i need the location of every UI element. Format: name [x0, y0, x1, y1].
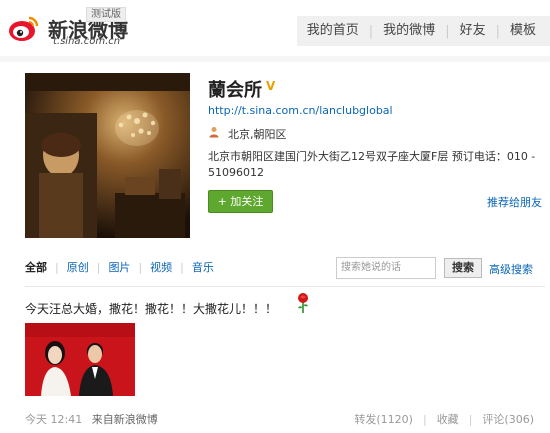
avatar-image — [25, 73, 190, 238]
tab-separator: | — [180, 260, 184, 274]
post-time[interactable]: 今天 12:41 — [25, 413, 82, 426]
header-divider — [0, 56, 550, 62]
header: 新浪微博 测试版 t.sina.com.cn 我的首页 | 我的微博 | 好友 … — [0, 0, 550, 56]
follow-button[interactable]: + 加关注 — [208, 190, 273, 213]
repost-link[interactable]: 转发(1120) — [354, 411, 413, 427]
profile-avatar[interactable] — [25, 73, 190, 238]
person-icon — [209, 127, 219, 138]
action-separator: | — [422, 412, 427, 426]
post-filter-tabs: 全部 | 原创 | 图片 | 视频 | 音乐 — [25, 259, 214, 275]
post-meta: 今天 12:41 来自新浪微博 — [25, 411, 158, 427]
profile-description: 北京市朝阳区建国门外大街乙12号双子座大厦F层 预订电话：010 - 51096… — [208, 150, 536, 179]
wedding-photo — [25, 323, 135, 396]
tab-videos[interactable]: 视频 — [150, 259, 172, 275]
recommend-to-friends-link[interactable]: 推荐给朋友 — [487, 194, 542, 210]
post-text: 今天汪总大婚，撒花！撒花！！大撒花儿！！！ — [25, 302, 278, 316]
search-input[interactable]: 搜索她说的话 — [336, 257, 436, 279]
search-button[interactable]: 搜索 — [444, 258, 482, 278]
tab-music[interactable]: 音乐 — [192, 259, 214, 275]
weibo-eye-icon — [9, 16, 39, 41]
nav-friends[interactable]: 好友 — [450, 16, 496, 46]
tab-original[interactable]: 原创 — [67, 259, 89, 275]
post-image[interactable] — [25, 323, 135, 396]
comment-link[interactable]: 评论(306) — [482, 411, 534, 427]
logo-domain: t.sina.com.cn — [53, 36, 121, 47]
verified-badge-icon: V — [266, 79, 276, 93]
nav-my-home[interactable]: 我的首页 — [297, 16, 369, 46]
tab-separator: | — [138, 260, 143, 274]
profile-url[interactable]: http://t.sina.com.cn/lanclubglobal — [208, 104, 393, 117]
advanced-search-link[interactable]: 高级搜索 — [489, 261, 533, 277]
tab-all[interactable]: 全部 — [25, 259, 47, 275]
rose-icon — [298, 293, 308, 313]
nav-my-weibo[interactable]: 我的微博 — [373, 16, 445, 46]
action-separator: | — [468, 412, 473, 426]
profile-location: 北京,朝阳区 — [228, 128, 287, 141]
tab-separator: | — [55, 260, 59, 274]
profile-name: 蘭会所 — [208, 80, 262, 101]
post-source[interactable]: 来自新浪微博 — [92, 413, 158, 426]
tab-pictures[interactable]: 图片 — [108, 259, 130, 275]
top-nav: 我的首页 | 我的微博 | 好友 | 模板 — [296, 16, 550, 46]
beta-badge: 测试版 — [86, 7, 126, 22]
post-actions: 转发(1120) | 收藏 | 评论(306) — [354, 411, 534, 427]
favorite-link[interactable]: 收藏 — [437, 411, 459, 427]
weibo-logo[interactable]: 新浪微博 测试版 t.sina.com.cn — [8, 7, 128, 50]
section-divider — [25, 286, 545, 287]
tab-separator: | — [96, 260, 101, 274]
nav-templates[interactable]: 模板 — [500, 16, 546, 46]
